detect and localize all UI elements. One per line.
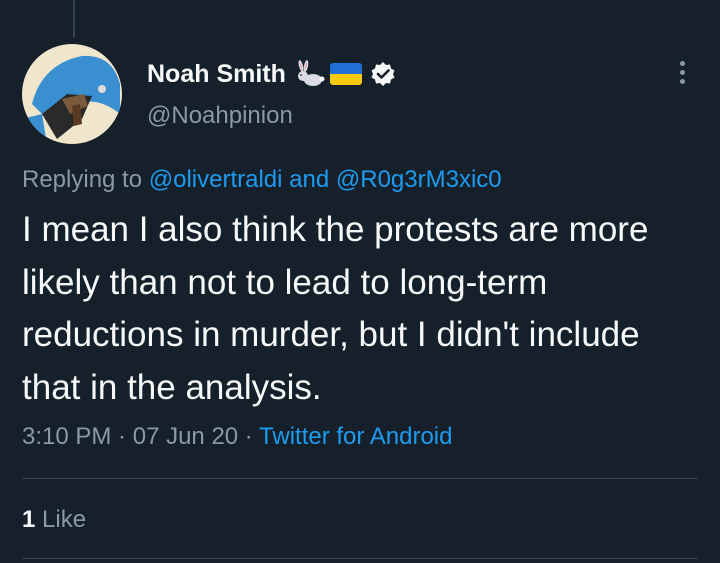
tweet-metadata: 3:10 PM · 07 Jun 20 · Twitter for Androi… xyxy=(22,423,452,451)
verified-badge-icon xyxy=(371,62,395,86)
author-name-row: Noah Smith xyxy=(147,58,396,90)
avatar[interactable] xyxy=(22,44,122,144)
author-handle[interactable]: @Noahpinion xyxy=(147,102,293,130)
author-display-name[interactable]: Noah Smith xyxy=(147,60,286,89)
reply-context: Replying to @olivertraldi and @R0g3rM3xi… xyxy=(22,166,502,194)
meta-separator: · xyxy=(238,423,260,450)
tweet-header: Noah Smith @Noahpinion xyxy=(22,44,698,144)
rabbit-icon xyxy=(297,60,325,86)
mention-link-olivertraldi[interactable]: @olivertraldi xyxy=(149,166,283,193)
likes-label: Like xyxy=(35,506,87,533)
reply-joiner: and xyxy=(282,166,336,193)
likes-count: 1 xyxy=(22,506,36,533)
tweet-text: I mean I also think the protests are mor… xyxy=(22,210,649,407)
reply-prefix: Replying to xyxy=(22,166,149,193)
more-dot xyxy=(679,69,685,75)
tweet-date[interactable]: 07 Jun 20 xyxy=(133,423,238,450)
ukraine-flag-icon xyxy=(329,63,362,85)
avatar-image xyxy=(22,44,122,144)
more-dot xyxy=(679,60,685,66)
more-dot xyxy=(679,78,685,84)
more-options-icon[interactable] xyxy=(666,56,698,88)
mention-link-r0g3rm3xic0[interactable]: @R0g3rM3xic0 xyxy=(336,166,502,193)
meta-separator: · xyxy=(111,423,133,450)
thread-connector-line xyxy=(73,0,75,38)
divider xyxy=(22,478,698,479)
likes-count-link[interactable]: 1 Like xyxy=(22,506,86,534)
tweet-time[interactable]: 3:10 PM xyxy=(22,423,111,450)
tweet-source-link[interactable]: Twitter for Android xyxy=(259,423,452,450)
divider xyxy=(22,558,698,559)
